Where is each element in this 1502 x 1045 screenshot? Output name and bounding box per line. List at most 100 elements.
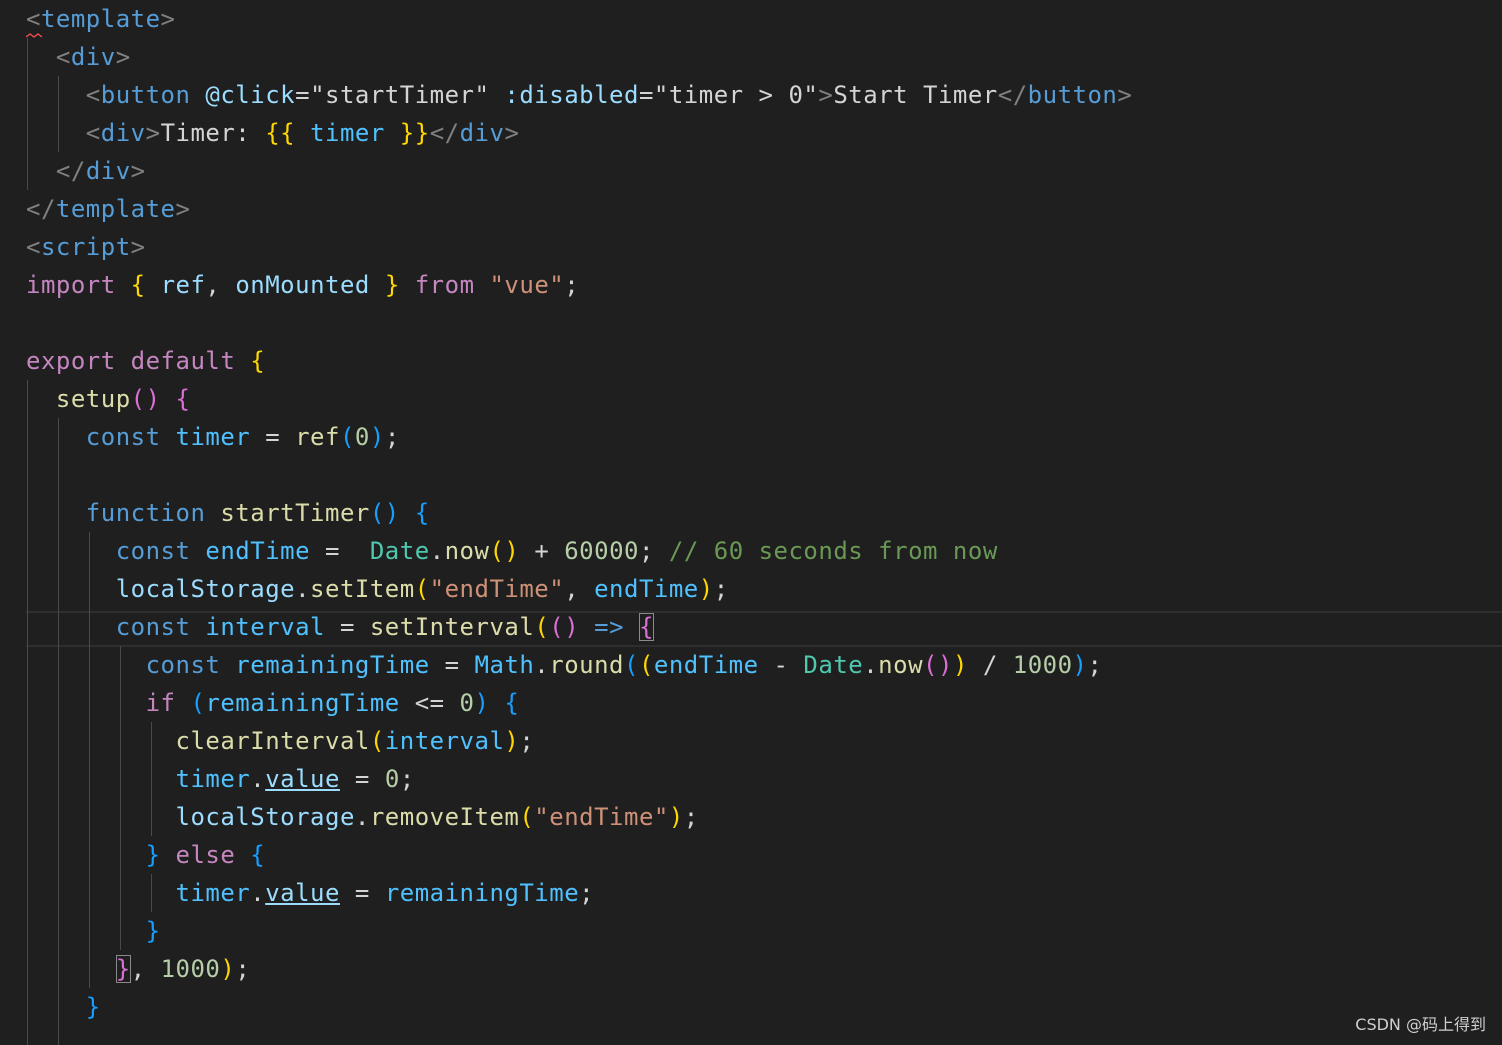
code-token: "endTime" bbox=[534, 803, 669, 831]
code-line[interactable]: if (remainingTime <= 0) { bbox=[26, 684, 519, 722]
code-token: value bbox=[265, 879, 340, 907]
code-token: ( bbox=[638, 651, 654, 679]
code-token: { bbox=[250, 347, 266, 375]
code-token: > bbox=[818, 81, 834, 109]
code-line[interactable]: } bbox=[26, 912, 161, 950]
code-token: timer bbox=[175, 423, 251, 451]
code-line[interactable]: function startTimer() { bbox=[26, 494, 430, 532]
code-token: ) bbox=[668, 803, 684, 831]
code-token: localStorage bbox=[175, 803, 355, 831]
code-line[interactable]: </div> bbox=[26, 152, 146, 190]
code-token: ; bbox=[683, 803, 699, 831]
code-token: ) bbox=[698, 575, 714, 603]
code-token: ; bbox=[235, 955, 251, 983]
code-line[interactable]: const remainingTime = Math.round((endTim… bbox=[26, 646, 1102, 684]
code-token: > bbox=[145, 119, 161, 147]
code-token: ) bbox=[952, 651, 968, 679]
code-token: { bbox=[638, 613, 654, 641]
code-line[interactable]: timer.value = remainingTime; bbox=[26, 874, 594, 912]
code-editor[interactable]: <template> <div> <button @click="startTi… bbox=[0, 0, 1502, 1045]
code-token: }} bbox=[399, 119, 430, 147]
code-line[interactable]: setup() { bbox=[26, 380, 190, 418]
code-token: onMounted bbox=[235, 271, 370, 299]
code-line[interactable]: const endTime = Date.now() + 60000; // 6… bbox=[26, 532, 998, 570]
code-token: . bbox=[250, 879, 266, 907]
code-token: now bbox=[444, 537, 490, 565]
code-token: ( bbox=[923, 651, 938, 679]
code-token: "endTime" bbox=[429, 575, 565, 603]
code-token: ) bbox=[937, 651, 953, 679]
code-token: ( bbox=[534, 613, 550, 641]
code-line[interactable]: <script> bbox=[26, 228, 146, 266]
code-token: div bbox=[85, 157, 131, 185]
code-token: setInterval bbox=[369, 613, 535, 641]
code-token: < bbox=[26, 233, 41, 261]
code-line[interactable]: <template> bbox=[26, 0, 176, 38]
code-line[interactable]: const interval = setInterval(() => { bbox=[26, 608, 654, 646]
code-token: {{ bbox=[265, 119, 296, 147]
code-token: // 60 seconds from now bbox=[668, 537, 998, 565]
code-token: > bbox=[175, 195, 191, 223]
code-token: 1000 bbox=[1012, 651, 1073, 679]
code-token: { bbox=[130, 271, 146, 299]
code-token: = bbox=[638, 81, 654, 109]
code-token: { bbox=[414, 499, 430, 527]
code-line[interactable]: import { ref, onMounted } from "vue"; bbox=[26, 266, 579, 304]
code-line[interactable]: localStorage.setItem("endTime", endTime)… bbox=[26, 570, 729, 608]
code-token: . bbox=[295, 575, 311, 603]
code-line[interactable]: timer.value = 0; bbox=[26, 760, 415, 798]
code-line[interactable]: <div>Timer: {{ timer }}</div> bbox=[26, 114, 519, 152]
code-token: ( bbox=[519, 803, 535, 831]
code-line[interactable]: <button @click="startTimer" :disabled="t… bbox=[26, 76, 1132, 114]
code-token: { bbox=[250, 841, 266, 869]
code-token: > bbox=[130, 233, 146, 261]
code-token: ( bbox=[190, 689, 206, 717]
code-token: export bbox=[26, 347, 116, 375]
code-line[interactable]: <div> bbox=[26, 38, 131, 76]
code-token: timer bbox=[175, 879, 251, 907]
code-token: div bbox=[70, 43, 116, 71]
code-line[interactable]: const timer = ref(0); bbox=[26, 418, 400, 456]
code-line[interactable]: }, 1000); bbox=[26, 950, 250, 988]
code-token: div bbox=[100, 119, 146, 147]
code-token: 0 bbox=[384, 765, 400, 793]
code-token: < bbox=[26, 5, 41, 33]
code-line[interactable]: } bbox=[26, 988, 101, 1026]
code-line[interactable]: localStorage.removeItem("endTime"); bbox=[26, 798, 699, 836]
code-token: > bbox=[130, 157, 146, 185]
code-token: ( bbox=[414, 575, 430, 603]
code-line[interactable]: clearInterval(interval); bbox=[26, 722, 534, 760]
watermark: CSDN @码上得到 bbox=[1355, 1015, 1486, 1034]
code-token: const bbox=[85, 423, 161, 451]
code-token: setItem bbox=[310, 575, 415, 603]
code-token: 0 bbox=[354, 423, 370, 451]
code-token: 60000 bbox=[564, 537, 639, 565]
code-line[interactable]: } else { bbox=[26, 836, 265, 874]
code-token: } bbox=[384, 271, 400, 299]
code-token: button bbox=[1027, 81, 1118, 109]
code-line[interactable]: export default { bbox=[26, 342, 265, 380]
code-token: } bbox=[145, 841, 161, 869]
code-line[interactable]: </template> bbox=[26, 190, 190, 228]
code-token: template bbox=[40, 5, 161, 33]
